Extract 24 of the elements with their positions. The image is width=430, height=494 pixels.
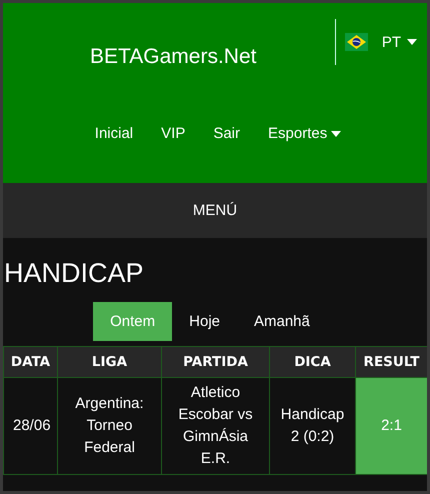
day-tab[interactable]: Ontem <box>93 302 172 341</box>
caret-icon <box>407 39 417 45</box>
table-cell: Atletico Escobar vs GimnÁsia E.R. <box>162 378 270 474</box>
column-header: DICA <box>270 346 356 378</box>
nav-link[interactable]: Inicial <box>80 117 148 150</box>
table-cell: Argentina: Torneo Federal <box>58 378 162 474</box>
nav-link[interactable]: Sair <box>199 117 254 150</box>
table-cell: 28/06 <box>4 378 58 474</box>
day-tab[interactable]: Hoje <box>172 302 237 341</box>
section-title: HANDICAP <box>4 257 145 290</box>
site-brand[interactable]: BETAGamers.Net <box>90 44 256 70</box>
menu-bar[interactable]: MENÚ <box>3 183 427 238</box>
result-cell: 2:1 <box>356 378 427 474</box>
flag-icon <box>344 33 368 51</box>
column-header: PARTIDA <box>162 346 270 378</box>
column-header: LIGA <box>58 346 162 378</box>
nav-link[interactable]: Esportes <box>254 117 356 150</box>
language-selector[interactable]: PT <box>344 33 417 51</box>
caret-icon <box>331 130 342 136</box>
menu-label[interactable]: MENÚ <box>192 202 238 219</box>
column-header: RESULT <box>356 346 427 378</box>
nav-link[interactable]: VIP <box>147 117 200 150</box>
day-tab[interactable]: Amanhã <box>237 302 327 341</box>
column-header: DATA <box>4 346 58 378</box>
